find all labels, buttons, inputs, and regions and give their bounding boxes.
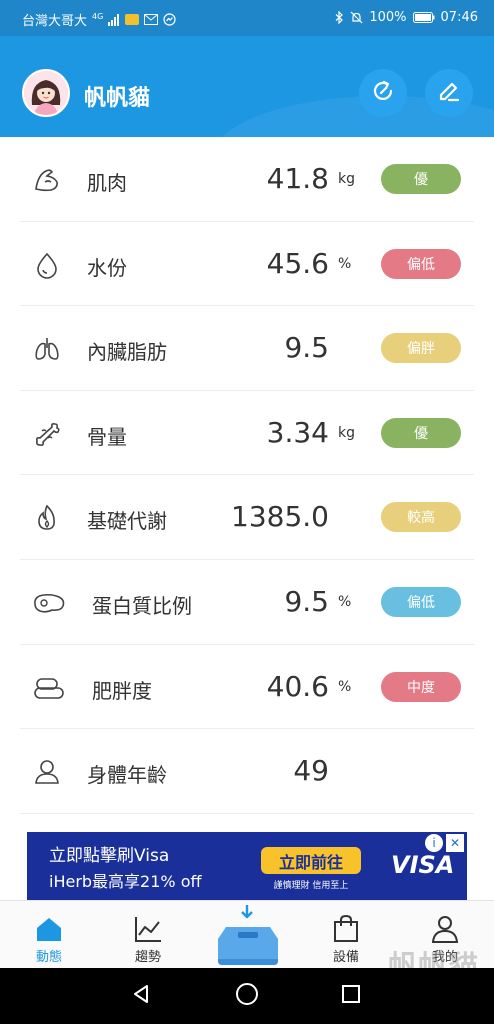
person-icon — [32, 757, 62, 787]
metric-unit: kg — [338, 424, 355, 441]
bag-icon — [331, 914, 361, 944]
battery-percent: 100% — [369, 10, 407, 25]
muscle-icon — [32, 165, 62, 195]
metric-value: 9.5 — [284, 584, 329, 618]
metric-value: 3.34 — [266, 415, 329, 449]
ad-subheadline: iHerb最高享21% off — [49, 872, 202, 891]
ad-info-icon[interactable]: i — [425, 834, 443, 852]
obesity-icon — [32, 673, 64, 703]
system-navigation-bar — [0, 968, 494, 1024]
metric-label: 身體年齡 — [87, 763, 167, 788]
gmail-icon — [144, 14, 159, 25]
metric-unit: % — [338, 678, 352, 695]
metric-row-body-age[interactable]: 身體年齡 49 — [20, 729, 474, 814]
protein-icon — [32, 588, 65, 618]
back-triangle-icon — [130, 983, 152, 1009]
flame-icon — [32, 503, 62, 533]
status-badge: 偏低 — [381, 248, 461, 279]
recents-square-icon — [340, 983, 362, 1009]
lungs-icon — [32, 334, 62, 364]
tab-dynamics[interactable]: 動態 — [9, 901, 89, 969]
status-bar: 台灣大哥大 4G 100% 07:46 — [0, 0, 494, 36]
tab-label: 趨勢 — [134, 950, 161, 965]
metric-label: 水份 — [87, 255, 127, 280]
profile-header: 帆帆貓 — [0, 36, 494, 137]
clock: 07:46 — [440, 10, 478, 25]
status-badge: 較高 — [381, 502, 461, 533]
back-button[interactable] — [127, 982, 155, 1010]
signal-icon — [108, 13, 120, 26]
metric-row-bmr[interactable]: 基礎代謝 1385.0 較高 — [20, 475, 474, 560]
metric-label: 內臟脂肪 — [87, 340, 167, 365]
metric-value: 49 — [293, 754, 329, 788]
bluetooth-icon — [335, 11, 344, 24]
ad-banner[interactable]: 立即點擊刷Visa iHerb最高享21% off 立即前往 謹慎理財 信用至上… — [27, 832, 467, 900]
metric-row-bone[interactable]: 骨量 3.34 kg 優 — [20, 391, 474, 476]
user-icon — [430, 914, 460, 944]
ad-close-icon[interactable]: ✕ — [446, 834, 464, 852]
tab-label: 設備 — [332, 950, 359, 965]
recents-button[interactable] — [337, 982, 365, 1010]
ad-disclaimer: 謹慎理財 信用至上 — [273, 881, 349, 891]
metric-label: 蛋白質比例 — [92, 593, 192, 618]
refresh-button[interactable] — [359, 69, 407, 117]
network-type: 4G — [92, 12, 104, 21]
metrics-list: 肌肉 41.8 kg 優 水份 45.6 % 偏低 內臟脂肪 9.5 偏胖 骨量… — [0, 137, 494, 814]
metric-row-visceral-fat[interactable]: 內臟脂肪 9.5 偏胖 — [20, 306, 474, 391]
tab-label: 動態 — [35, 950, 62, 965]
metric-row-obesity[interactable]: 肥胖度 40.6 % 中度 — [20, 645, 474, 730]
metric-label: 肌肉 — [87, 171, 127, 195]
carrier-name: 台灣大哥大 — [22, 14, 88, 29]
metric-value: 45.6 — [266, 246, 329, 280]
status-badge: 優 — [381, 417, 461, 448]
metric-value: 1385.0 — [231, 500, 329, 534]
edit-icon — [435, 77, 463, 109]
ad-cta-button[interactable]: 立即前往 — [261, 847, 361, 874]
metric-unit: % — [338, 255, 352, 272]
chart-icon — [133, 914, 163, 944]
edit-button[interactable] — [425, 69, 473, 117]
notification-mail-icon — [125, 14, 140, 25]
metric-row-muscle[interactable]: 肌肉 41.8 kg 優 — [20, 137, 474, 222]
metric-value: 41.8 — [266, 162, 329, 195]
refresh-icon — [369, 77, 397, 109]
weigh-scale-button[interactable] — [212, 903, 284, 967]
bone-icon — [32, 419, 62, 449]
battery-icon — [412, 12, 435, 23]
messenger-icon — [163, 13, 176, 26]
metric-unit: % — [338, 593, 352, 610]
metric-label: 骨量 — [87, 424, 127, 449]
visa-logo: VISA — [391, 851, 455, 879]
metric-value: 9.5 — [284, 331, 329, 365]
status-badge: 偏胖 — [381, 333, 461, 364]
avatar[interactable] — [22, 69, 70, 117]
status-badge: 優 — [381, 164, 461, 194]
status-badge: 中度 — [381, 671, 461, 702]
metric-label: 基礎代謝 — [87, 509, 167, 534]
ad-headline: 立即點擊刷Visa — [49, 846, 170, 866]
tab-devices[interactable]: 設備 — [306, 901, 386, 969]
metric-row-water[interactable]: 水份 45.6 % 偏低 — [20, 222, 474, 307]
metric-value: 40.6 — [266, 669, 329, 703]
mute-bell-icon — [350, 11, 363, 24]
username: 帆帆貓 — [84, 86, 151, 111]
metric-label: 肥胖度 — [92, 678, 152, 703]
metric-row-protein[interactable]: 蛋白質比例 9.5 % 偏低 — [20, 560, 474, 645]
home-button[interactable] — [233, 982, 261, 1010]
status-badge: 偏低 — [381, 586, 461, 617]
home-icon — [34, 914, 64, 944]
water-drop-icon — [32, 250, 62, 280]
metric-unit: kg — [338, 171, 355, 187]
home-circle-icon — [235, 982, 259, 1010]
tab-trends[interactable]: 趨勢 — [108, 901, 188, 969]
